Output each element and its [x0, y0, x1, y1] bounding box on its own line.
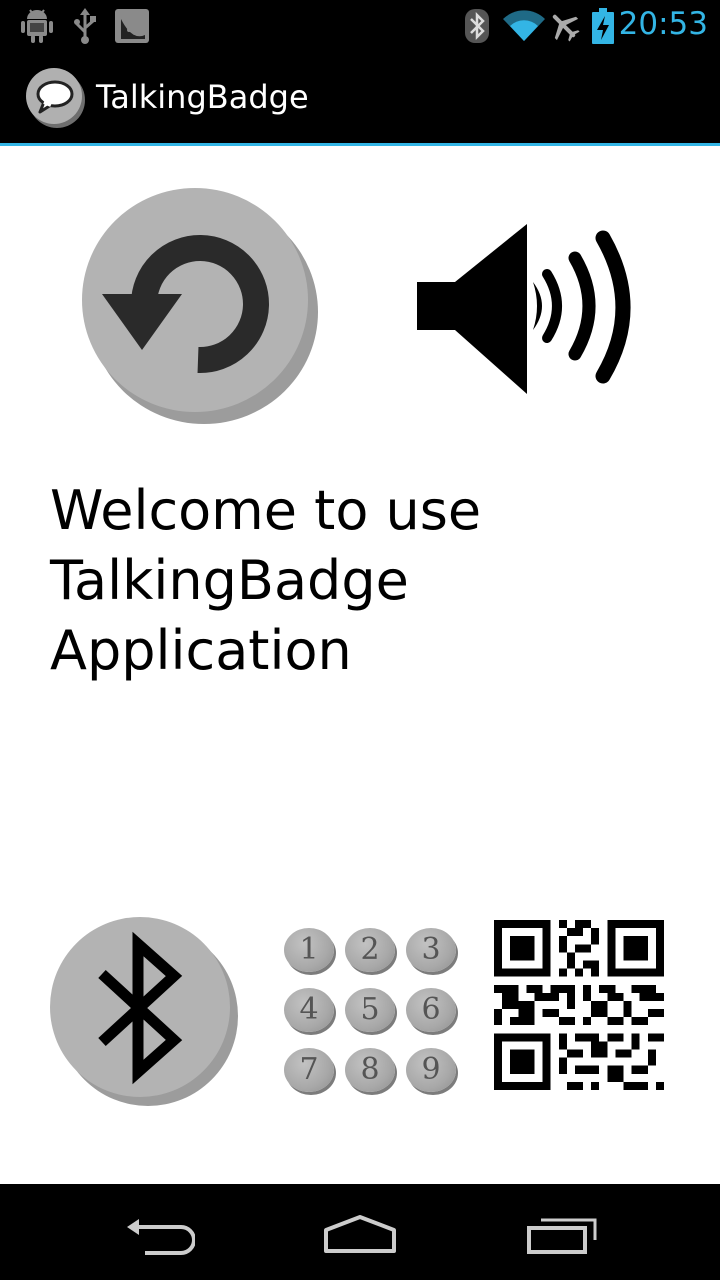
- bluetooth-icon: [465, 9, 489, 43]
- battery-charging-icon: [592, 8, 614, 44]
- status-time: 20:53: [618, 6, 708, 42]
- speaker-icon[interactable]: [415, 224, 655, 399]
- key-2: 2: [345, 928, 395, 972]
- app-notification-icon: [115, 9, 149, 43]
- welcome-text: Welcome to use TalkingBadge Application: [50, 479, 482, 682]
- wifi-icon: [503, 10, 545, 41]
- back-icon[interactable]: [125, 1217, 195, 1257]
- key-7: 7: [284, 1048, 334, 1092]
- home-icon[interactable]: [322, 1214, 398, 1254]
- bluetooth-icon[interactable]: [48, 914, 243, 1109]
- qr-code-icon[interactable]: [494, 920, 664, 1090]
- app-title: TalkingBadge: [96, 78, 309, 116]
- main-content: Welcome to use TalkingBadge Application …: [0, 146, 720, 1184]
- usb-icon: [74, 8, 96, 44]
- airplane-icon: [552, 14, 580, 42]
- status-bar: 20:53: [0, 0, 720, 50]
- key-8: 8: [345, 1048, 395, 1092]
- key-1: 1: [284, 928, 334, 972]
- navigation-bar: [0, 1184, 720, 1280]
- key-4: 4: [284, 988, 334, 1032]
- chat-bubble-icon[interactable]: [24, 66, 86, 128]
- keypad-icon[interactable]: 1 2 3 4 5 6 7 8 9: [282, 926, 460, 1094]
- refresh-icon[interactable]: [80, 184, 320, 429]
- key-5: 5: [345, 988, 395, 1032]
- key-6: 6: [406, 988, 456, 1032]
- key-3: 3: [406, 928, 456, 972]
- android-debug-icon: [21, 9, 53, 43]
- action-bar: TalkingBadge: [0, 50, 720, 143]
- recent-apps-icon[interactable]: [527, 1214, 599, 1254]
- key-9: 9: [406, 1048, 456, 1092]
